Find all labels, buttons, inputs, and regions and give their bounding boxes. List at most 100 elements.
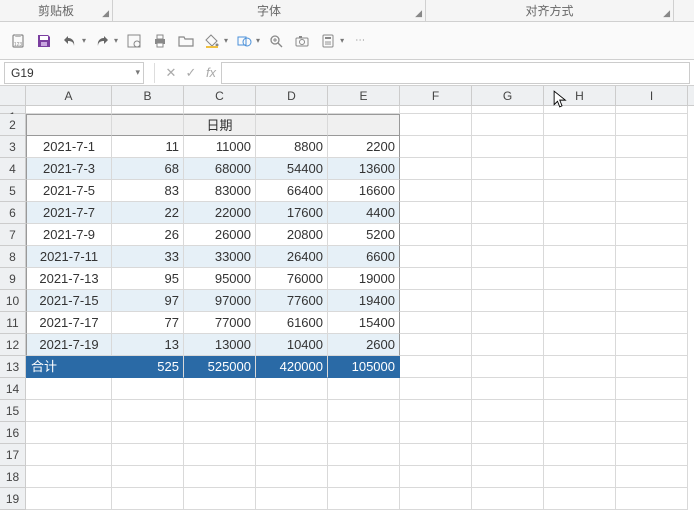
cell[interactable] — [544, 136, 616, 158]
cell[interactable] — [26, 114, 112, 136]
cell[interactable] — [472, 334, 544, 356]
cell[interactable]: 95000 — [184, 268, 256, 290]
name-box[interactable]: G19 ▾ — [4, 62, 144, 84]
cell[interactable]: 2021-7-17 — [26, 312, 112, 334]
cell[interactable] — [544, 114, 616, 136]
cell[interactable] — [472, 422, 544, 444]
col-header-a[interactable]: A — [26, 86, 112, 105]
cell[interactable] — [544, 356, 616, 378]
cell[interactable] — [328, 114, 400, 136]
cell[interactable] — [472, 488, 544, 510]
cell[interactable] — [544, 422, 616, 444]
cell[interactable] — [256, 114, 328, 136]
cell[interactable]: 8800 — [256, 136, 328, 158]
cell[interactable] — [544, 290, 616, 312]
fill-color-button[interactable]: ▾ — [202, 31, 228, 51]
cell[interactable]: 2021-7-1 — [26, 136, 112, 158]
cell[interactable]: 6600 — [328, 246, 400, 268]
cell[interactable] — [472, 106, 544, 114]
zoom-icon[interactable] — [266, 31, 286, 51]
cell[interactable] — [26, 422, 112, 444]
cell[interactable] — [328, 466, 400, 488]
cell[interactable] — [616, 202, 688, 224]
row-header[interactable]: 18 — [0, 466, 26, 488]
cell[interactable]: 2200 — [328, 136, 400, 158]
cell[interactable] — [184, 106, 256, 114]
cell[interactable]: 13000 — [184, 334, 256, 356]
cell[interactable]: 19000 — [328, 268, 400, 290]
cell[interactable] — [544, 158, 616, 180]
cell[interactable] — [472, 466, 544, 488]
cell[interactable]: 54400 — [256, 158, 328, 180]
row-header[interactable]: 8 — [0, 246, 26, 268]
cell[interactable] — [400, 378, 472, 400]
cell[interactable]: 13 — [112, 334, 184, 356]
print-preview-icon[interactable] — [124, 31, 144, 51]
row-header[interactable]: 5 — [0, 180, 26, 202]
calculator-button[interactable]: ▾ — [318, 31, 344, 51]
ribbon-group-clipboard[interactable]: 剪贴板 ◢ — [0, 0, 113, 21]
cell[interactable] — [328, 400, 400, 422]
cell[interactable] — [472, 312, 544, 334]
cell[interactable]: 2021-7-7 — [26, 202, 112, 224]
cell[interactable]: 26000 — [184, 224, 256, 246]
cell[interactable] — [616, 268, 688, 290]
cell[interactable] — [256, 106, 328, 114]
cell[interactable]: 10400 — [256, 334, 328, 356]
print-icon[interactable] — [150, 31, 170, 51]
cell[interactable] — [472, 268, 544, 290]
customize-toolbar-icon[interactable]: ⋯ — [350, 31, 370, 51]
row-header[interactable]: 11 — [0, 312, 26, 334]
cell[interactable] — [400, 224, 472, 246]
cell[interactable] — [544, 488, 616, 510]
cell[interactable]: 76000 — [256, 268, 328, 290]
cell[interactable] — [112, 466, 184, 488]
cell[interactable] — [544, 400, 616, 422]
cell[interactable] — [544, 246, 616, 268]
cell[interactable] — [400, 422, 472, 444]
cell[interactable] — [112, 422, 184, 444]
dialog-launcher-icon[interactable]: ◢ — [663, 8, 670, 19]
cell[interactable] — [616, 312, 688, 334]
cell[interactable] — [184, 378, 256, 400]
cell[interactable] — [328, 422, 400, 444]
cell[interactable] — [26, 444, 112, 466]
cell[interactable] — [400, 246, 472, 268]
cell[interactable]: 68000 — [184, 158, 256, 180]
paste-icon[interactable]: 123 — [8, 31, 28, 51]
cell[interactable]: 26 — [112, 224, 184, 246]
shape-button[interactable]: ▾ — [234, 31, 260, 51]
row-header[interactable]: 16 — [0, 422, 26, 444]
cell[interactable]: 33 — [112, 246, 184, 268]
cell[interactable] — [616, 356, 688, 378]
row-header[interactable]: 10 — [0, 290, 26, 312]
ribbon-group-alignment[interactable]: 对齐方式 ◢ — [426, 0, 674, 21]
cell[interactable] — [616, 158, 688, 180]
cell[interactable] — [400, 466, 472, 488]
row-header[interactable]: 2 — [0, 114, 26, 136]
cell[interactable]: 525 — [112, 356, 184, 378]
cell[interactable] — [26, 378, 112, 400]
cell[interactable]: 16600 — [328, 180, 400, 202]
cell[interactable]: 20800 — [256, 224, 328, 246]
row-header[interactable]: 13 — [0, 356, 26, 378]
cell[interactable] — [544, 224, 616, 246]
cell[interactable] — [328, 444, 400, 466]
cell[interactable] — [544, 202, 616, 224]
cell[interactable] — [544, 312, 616, 334]
cell[interactable] — [400, 312, 472, 334]
dialog-launcher-icon[interactable]: ◢ — [415, 8, 422, 19]
cell[interactable] — [472, 400, 544, 422]
row-header[interactable]: 17 — [0, 444, 26, 466]
cell[interactable] — [400, 106, 472, 114]
cell[interactable] — [616, 488, 688, 510]
cell[interactable] — [544, 444, 616, 466]
cell[interactable] — [112, 400, 184, 422]
cell[interactable] — [328, 378, 400, 400]
fx-icon[interactable]: fx — [201, 65, 221, 80]
cell[interactable] — [400, 488, 472, 510]
col-header-b[interactable]: B — [112, 86, 184, 105]
cell[interactable] — [544, 378, 616, 400]
cell[interactable] — [256, 444, 328, 466]
cell[interactable] — [256, 488, 328, 510]
